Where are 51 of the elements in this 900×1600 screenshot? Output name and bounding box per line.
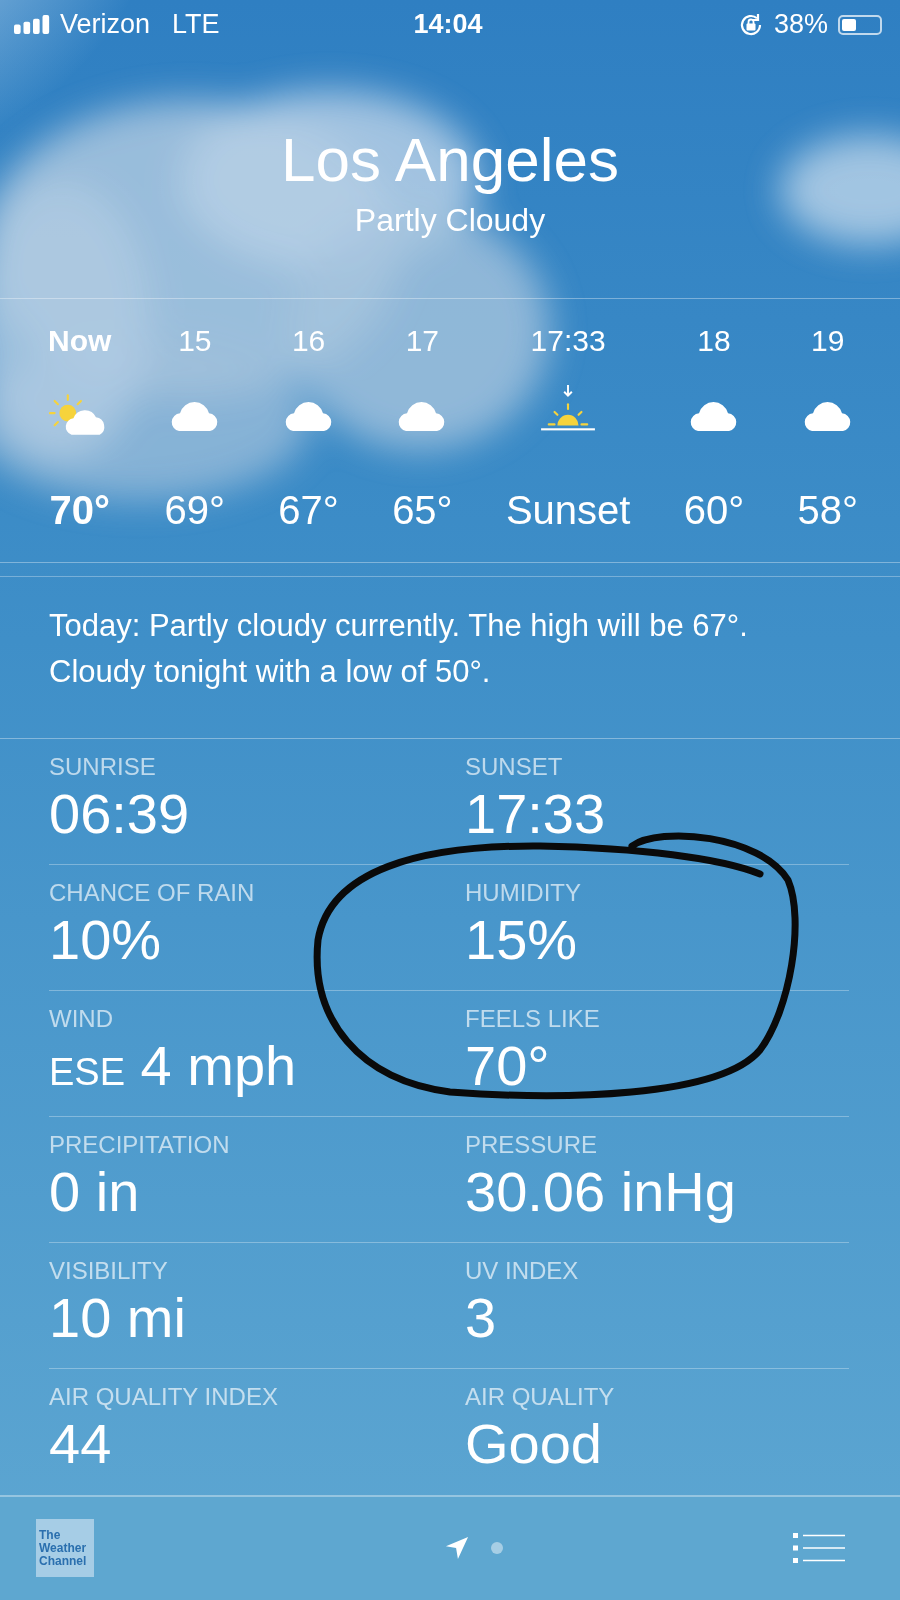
detail-value: 70° bbox=[465, 1032, 551, 1099]
detail-label: SUNSET bbox=[465, 752, 564, 781]
hour-label: 17 bbox=[405, 322, 440, 359]
detail-label: CHANCE OF RAIN bbox=[49, 878, 256, 907]
detail-label: PRECIPITATION bbox=[49, 1130, 231, 1159]
detail-label: VISIBILITY bbox=[49, 1256, 169, 1285]
status-time: 14:04 bbox=[413, 9, 483, 41]
detail-value: 15% bbox=[465, 906, 579, 973]
carrier-name: Verizon bbox=[60, 9, 151, 41]
hour-temperature: Sunset bbox=[505, 486, 631, 534]
detail-value: 06:39 bbox=[49, 780, 191, 847]
detail-label: PRESSURE bbox=[465, 1130, 599, 1159]
forecast-summary: Today: Partly cloudy currently. The high will be 67°. Cloudy tonight with a low of 50°. bbox=[0, 575, 900, 739]
detail-label: FEELS LIKE bbox=[465, 1004, 601, 1033]
hour-temperature: 69° bbox=[164, 486, 226, 534]
battery-icon bbox=[838, 14, 882, 35]
detail-label: SUNRISE bbox=[49, 752, 157, 781]
hour-temperature: 70° bbox=[49, 486, 110, 534]
network-type: LTE bbox=[172, 9, 220, 41]
hour-label: 15 bbox=[178, 322, 212, 359]
detail-value: 10% bbox=[49, 906, 163, 973]
detail-label: HUMIDITY bbox=[465, 878, 582, 907]
detail-label: AIR QUALITY bbox=[465, 1382, 616, 1411]
detail-value: ESE 4 mph bbox=[49, 1032, 298, 1099]
hour-label: Now bbox=[48, 322, 112, 359]
detail-label: UV INDEX bbox=[465, 1256, 580, 1285]
city-name: Los Angeles bbox=[281, 123, 619, 196]
detail-value: 30.06 inHg bbox=[465, 1158, 737, 1225]
signal-icon bbox=[14, 15, 52, 35]
detail-value: Good bbox=[465, 1410, 603, 1477]
detail-value: 10 mi bbox=[49, 1284, 187, 1351]
hour-temperature: 58° bbox=[797, 486, 858, 534]
hour-temperature: 60° bbox=[683, 486, 745, 534]
hour-label: 18 bbox=[697, 322, 731, 359]
list-icon[interactable] bbox=[793, 1533, 845, 1564]
battery-percent: 38% bbox=[773, 9, 828, 41]
hour-temperature: 67° bbox=[278, 486, 339, 534]
location-arrow-icon[interactable] bbox=[444, 1536, 469, 1561]
detail-label: WIND bbox=[49, 1004, 114, 1033]
detail-value: 17:33 bbox=[465, 780, 607, 847]
hour-label: 16 bbox=[291, 322, 326, 359]
detail-label: AIR QUALITY INDEX bbox=[49, 1382, 279, 1411]
weather-channel-logo[interactable]: The Weather Channel bbox=[36, 1519, 94, 1578]
page-dot[interactable] bbox=[490, 1542, 503, 1555]
detail-value: 3 bbox=[465, 1284, 498, 1351]
detail-value: 0 in bbox=[49, 1158, 141, 1225]
hour-label: 17:33 bbox=[530, 322, 606, 359]
detail-value: 44 bbox=[49, 1410, 113, 1477]
hour-label: 19 bbox=[811, 322, 845, 359]
hour-temperature: 65° bbox=[392, 486, 453, 534]
condition-text: Partly Cloudy bbox=[354, 201, 546, 239]
